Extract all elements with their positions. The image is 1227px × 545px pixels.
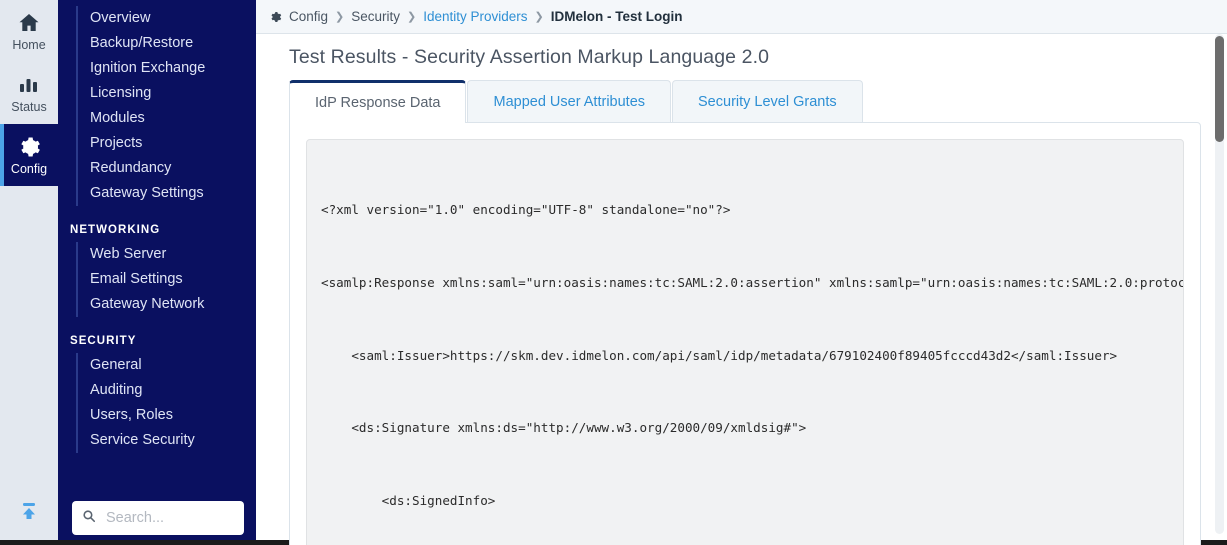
sidebar-item-auditing[interactable]: Auditing: [78, 378, 256, 403]
idp-response-xml[interactable]: <?xml version="1.0" encoding="UTF-8" sta…: [306, 139, 1184, 545]
nav-section-networking-title: NETWORKING: [70, 224, 161, 236]
search-icon: [82, 509, 96, 528]
search-box[interactable]: [72, 501, 244, 535]
code-line: <ds:Signature xmlns:ds="http://www.w3.or…: [321, 420, 807, 436]
sidebar-item-general[interactable]: General: [78, 353, 256, 378]
code-line: <?xml version="1.0" encoding="UTF-8" sta…: [321, 202, 731, 218]
breadcrumb-separator: ❯: [335, 11, 345, 23]
page-body: Test Results - Security Assertion Markup…: [256, 34, 1227, 545]
breadcrumb-item-identity-providers[interactable]: Identity Providers: [423, 9, 527, 24]
nav-search-container: [58, 493, 256, 545]
nav-group-security: General Auditing Users, Roles Service Se…: [76, 353, 256, 453]
config-nav-panel: Overview Backup/Restore Ignition Exchang…: [58, 0, 256, 545]
sidebar-item-service-security[interactable]: Service Security: [78, 428, 256, 453]
breadcrumb-separator: ❯: [407, 11, 417, 23]
sidebar-item-web-server[interactable]: Web Server: [78, 242, 256, 267]
rail-item-home[interactable]: Home: [0, 0, 58, 62]
collapse-panel-icon: [16, 498, 42, 529]
breadcrumb-separator: ❯: [534, 11, 544, 23]
code-line: <ds:SignedInfo>: [321, 492, 496, 508]
rail-item-config[interactable]: Config: [0, 124, 58, 186]
sidebar-item-backup-restore[interactable]: Backup/Restore: [78, 31, 256, 56]
sidebar-item-users-roles[interactable]: Users, Roles: [78, 403, 256, 428]
gateway-window: Home Status Config Overview Backup/Resto…: [0, 0, 1227, 545]
icon-rail: Home Status Config: [0, 0, 58, 545]
page-title: Test Results - Security Assertion Markup…: [289, 46, 770, 68]
rail-label-status: Status: [11, 99, 47, 114]
nav-section-security-title: SECURITY: [70, 335, 137, 347]
tab-mapped-user-attributes[interactable]: Mapped User Attributes: [467, 80, 672, 122]
sidebar-item-gateway-settings[interactable]: Gateway Settings: [78, 181, 256, 206]
sidebar-item-modules[interactable]: Modules: [78, 106, 256, 131]
bar-chart-icon: [17, 73, 41, 97]
sidebar-item-licensing[interactable]: Licensing: [78, 81, 256, 106]
rail-spacer: [0, 186, 58, 481]
sidebar-item-email-settings[interactable]: Email Settings: [78, 267, 256, 292]
rail-label-config: Config: [10, 161, 48, 176]
breadcrumb-item-security[interactable]: Security: [351, 9, 400, 24]
config-nav-list: Overview Backup/Restore Ignition Exchang…: [58, 6, 256, 493]
sidebar-item-redundancy[interactable]: Redundancy: [78, 156, 256, 181]
sidebar-item-ignition-exchange[interactable]: Ignition Exchange: [78, 56, 256, 81]
tab-panel-idp-response-data: <?xml version="1.0" encoding="UTF-8" sta…: [289, 122, 1201, 545]
collapse-panel-button[interactable]: [0, 481, 58, 545]
main-content: Config ❯ Security ❯ Identity Providers ❯…: [256, 0, 1227, 545]
rail-label-home: Home: [12, 37, 46, 52]
sidebar-item-projects[interactable]: Projects: [78, 131, 256, 156]
nav-group-general: Overview Backup/Restore Ignition Exchang…: [76, 6, 256, 206]
home-icon: [17, 11, 41, 35]
tab-idp-response-data[interactable]: IdP Response Data: [289, 80, 467, 123]
sidebar-item-overview[interactable]: Overview: [78, 6, 256, 31]
gear-icon: [17, 135, 41, 159]
breadcrumb-item-current: IDMelon - Test Login: [550, 9, 683, 24]
rail-item-status[interactable]: Status: [0, 62, 58, 124]
breadcrumb: Config ❯ Security ❯ Identity Providers ❯…: [256, 0, 1227, 34]
code-line: <saml:Issuer>https://skm.dev.idmelon.com…: [321, 347, 1118, 363]
breadcrumb-item-config[interactable]: Config: [289, 9, 328, 24]
gear-icon: [268, 10, 282, 24]
nav-group-networking: Web Server Email Settings Gateway Networ…: [76, 242, 256, 317]
search-input[interactable]: [104, 509, 234, 527]
tab-security-level-grants[interactable]: Security Level Grants: [672, 80, 863, 122]
sidebar-item-gateway-network[interactable]: Gateway Network: [78, 292, 256, 317]
code-line: <samlp:Response xmlns:saml="urn:oasis:na…: [321, 275, 1184, 291]
tab-bar: IdP Response Data Mapped User Attributes…: [289, 80, 1227, 123]
